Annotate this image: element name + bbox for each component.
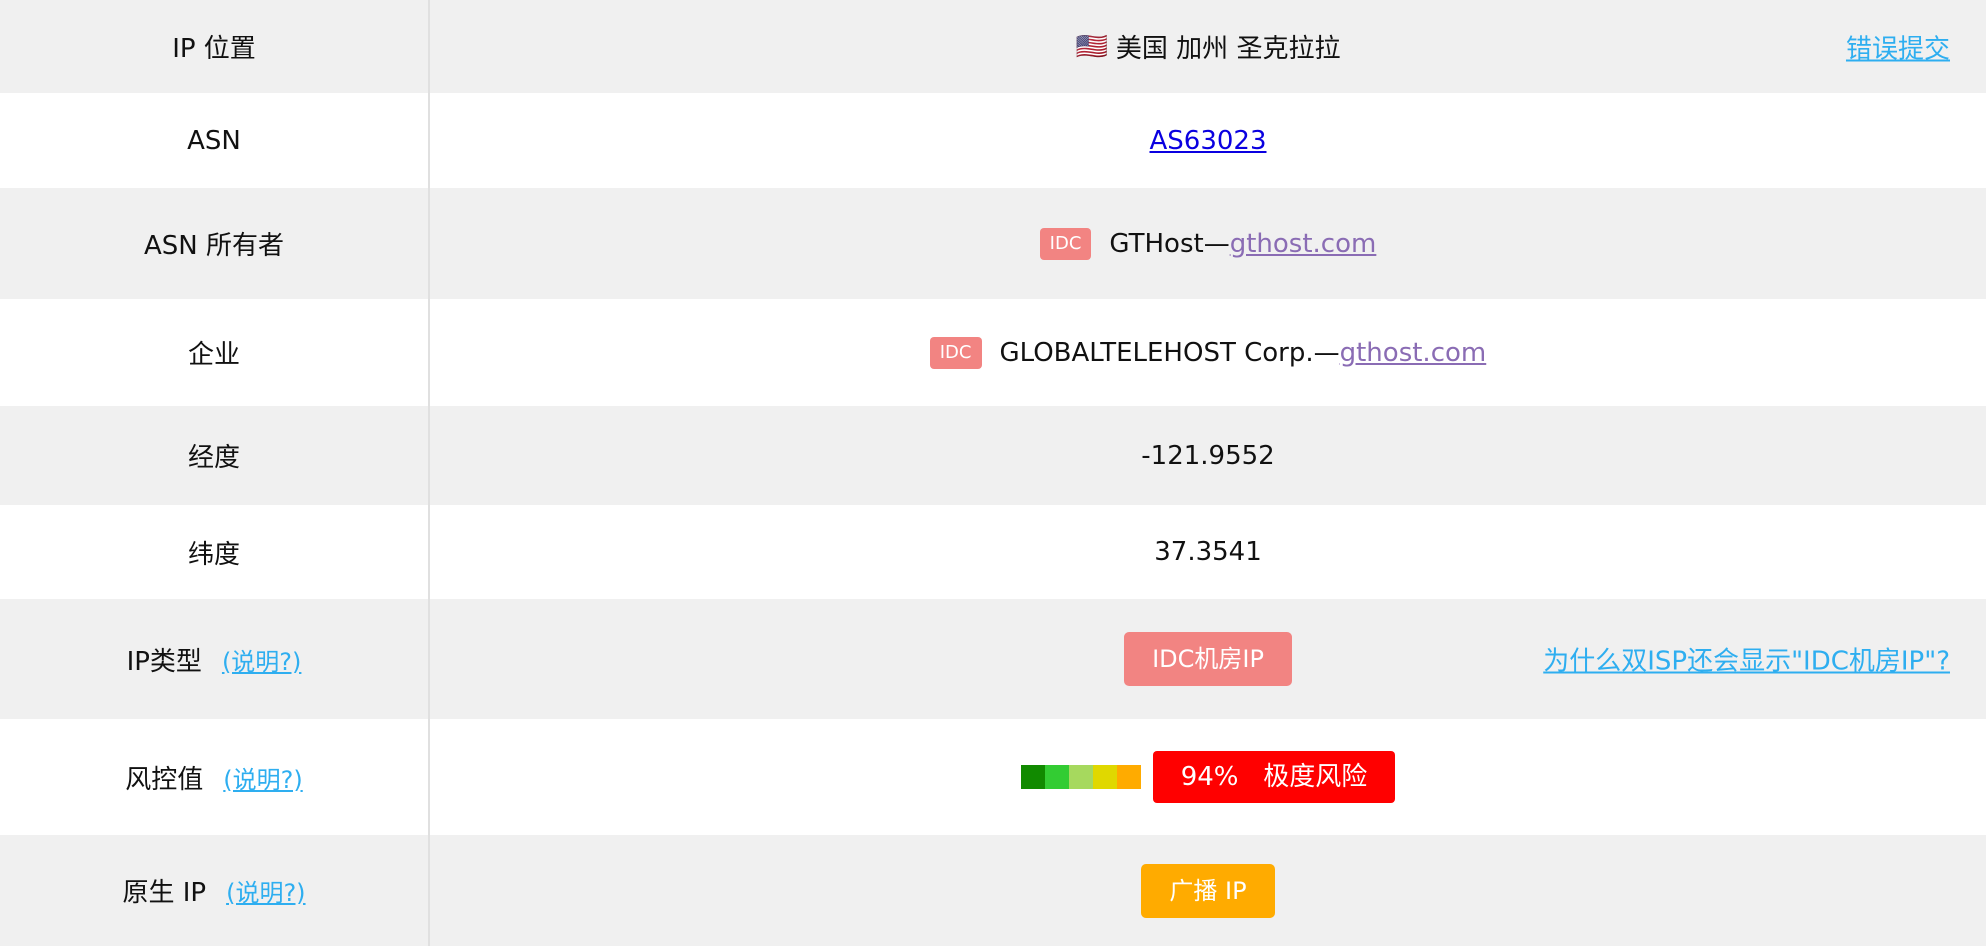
error-report-link[interactable]: 错误提交: [1846, 28, 1950, 65]
risk-scale-segment: [1044, 765, 1069, 789]
risk-scale-segment: [1068, 765, 1093, 789]
risk-percent: 94%: [1180, 762, 1239, 792]
ip-type-help-link[interactable]: (说明?): [222, 642, 301, 677]
value-latitude: 37.3541: [430, 505, 1986, 599]
row-longitude: 经度 -121.9552: [0, 406, 1986, 505]
latitude-label: 纬度: [187, 539, 240, 570]
row-ip-location: IP 位置 🇺🇸 美国 加州 圣克拉拉 错误提交: [0, 0, 1986, 93]
row-company: 企业 IDC GLOBALTELEHOST Corp.— gthost.com: [0, 299, 1986, 406]
why-dual-isp-link[interactable]: 为什么双ISP还会显示"IDC机房IP"?: [1543, 641, 1950, 678]
label-ip-location: IP 位置: [0, 0, 430, 93]
location-text: 美国 加州 圣克拉拉: [1115, 34, 1341, 64]
row-asn-owner: ASN 所有者 IDC GTHost— gthost.com: [0, 188, 1986, 299]
asn-owner-name: GTHost—: [1109, 228, 1230, 259]
risk-scale-segment: [1092, 765, 1117, 789]
broadcast-ip-badge: 广播 IP: [1141, 863, 1275, 918]
value-ip-type: IDC机房IP 为什么双ISP还会显示"IDC机房IP"?: [430, 599, 1986, 719]
value-company: IDC GLOBALTELEHOST Corp.— gthost.com: [430, 299, 1986, 406]
risk-indicator: 94% 极度风险: [1020, 751, 1396, 803]
label-ip-type: IP类型 (说明?): [0, 599, 430, 719]
risk-label: 风控值: [125, 764, 204, 795]
row-ip-type: IP类型 (说明?) IDC机房IP 为什么双ISP还会显示"IDC机房IP"?: [0, 599, 1986, 719]
asn-owner-domain-link[interactable]: gthost.com: [1230, 229, 1377, 259]
risk-help-link[interactable]: (说明?): [223, 760, 302, 795]
value-ip-location: 🇺🇸 美国 加州 圣克拉拉 错误提交: [430, 0, 1986, 93]
longitude-value: -121.9552: [1141, 440, 1275, 471]
longitude-label: 经度: [187, 443, 240, 473]
company-domain-link[interactable]: gthost.com: [1340, 338, 1487, 368]
risk-level-text: 极度风险: [1263, 762, 1368, 792]
risk-scale-segment: [1020, 765, 1045, 789]
risk-level-badge: 94% 极度风险: [1152, 751, 1396, 803]
asn-owner-label: ASN 所有者: [143, 231, 284, 261]
label-longitude: 经度: [0, 406, 430, 505]
native-ip-help-link[interactable]: (说明?): [226, 873, 305, 908]
label-native-ip: 原生 IP (说明?): [0, 835, 430, 946]
value-risk: 94% 极度风险: [430, 719, 1986, 835]
idc-datacenter-ip-badge: IDC机房IP: [1124, 632, 1292, 686]
label-asn-owner: ASN 所有者: [0, 188, 430, 299]
ip-location-label: IP 位置: [172, 34, 256, 64]
value-asn-owner: IDC GTHost— gthost.com: [430, 188, 1986, 299]
asn-link[interactable]: AS63023: [1150, 126, 1267, 156]
row-risk: 风控值 (说明?) 94% 极度风险: [0, 719, 1986, 835]
value-native-ip: 广播 IP: [430, 835, 1986, 946]
value-asn: AS63023: [430, 93, 1986, 188]
row-latitude: 纬度 37.3541: [0, 505, 1986, 599]
label-company: 企业: [0, 299, 430, 406]
risk-scale-segment: [1116, 765, 1141, 789]
idc-badge: IDC: [929, 336, 982, 369]
value-longitude: -121.9552: [430, 406, 1986, 505]
risk-scale-bar: [1020, 765, 1141, 789]
label-risk: 风控值 (说明?): [0, 719, 430, 835]
company-label: 企业: [187, 340, 240, 370]
asn-label: ASN: [187, 125, 241, 156]
label-latitude: 纬度: [0, 505, 430, 599]
latitude-value: 37.3541: [1154, 537, 1262, 567]
row-asn: ASN AS63023: [0, 93, 1986, 188]
ip-type-label: IP类型: [126, 646, 202, 677]
us-flag-icon: 🇺🇸: [1075, 31, 1108, 62]
row-native-ip: 原生 IP (说明?) 广播 IP: [0, 835, 1986, 946]
label-asn: ASN: [0, 93, 430, 188]
company-name: GLOBALTELEHOST Corp.—: [999, 337, 1340, 368]
native-ip-label: 原生 IP: [122, 878, 207, 908]
ip-info-table: IP 位置 🇺🇸 美国 加州 圣克拉拉 错误提交 ASN AS63023 ASN…: [0, 0, 1986, 946]
idc-badge: IDC: [1039, 227, 1092, 260]
